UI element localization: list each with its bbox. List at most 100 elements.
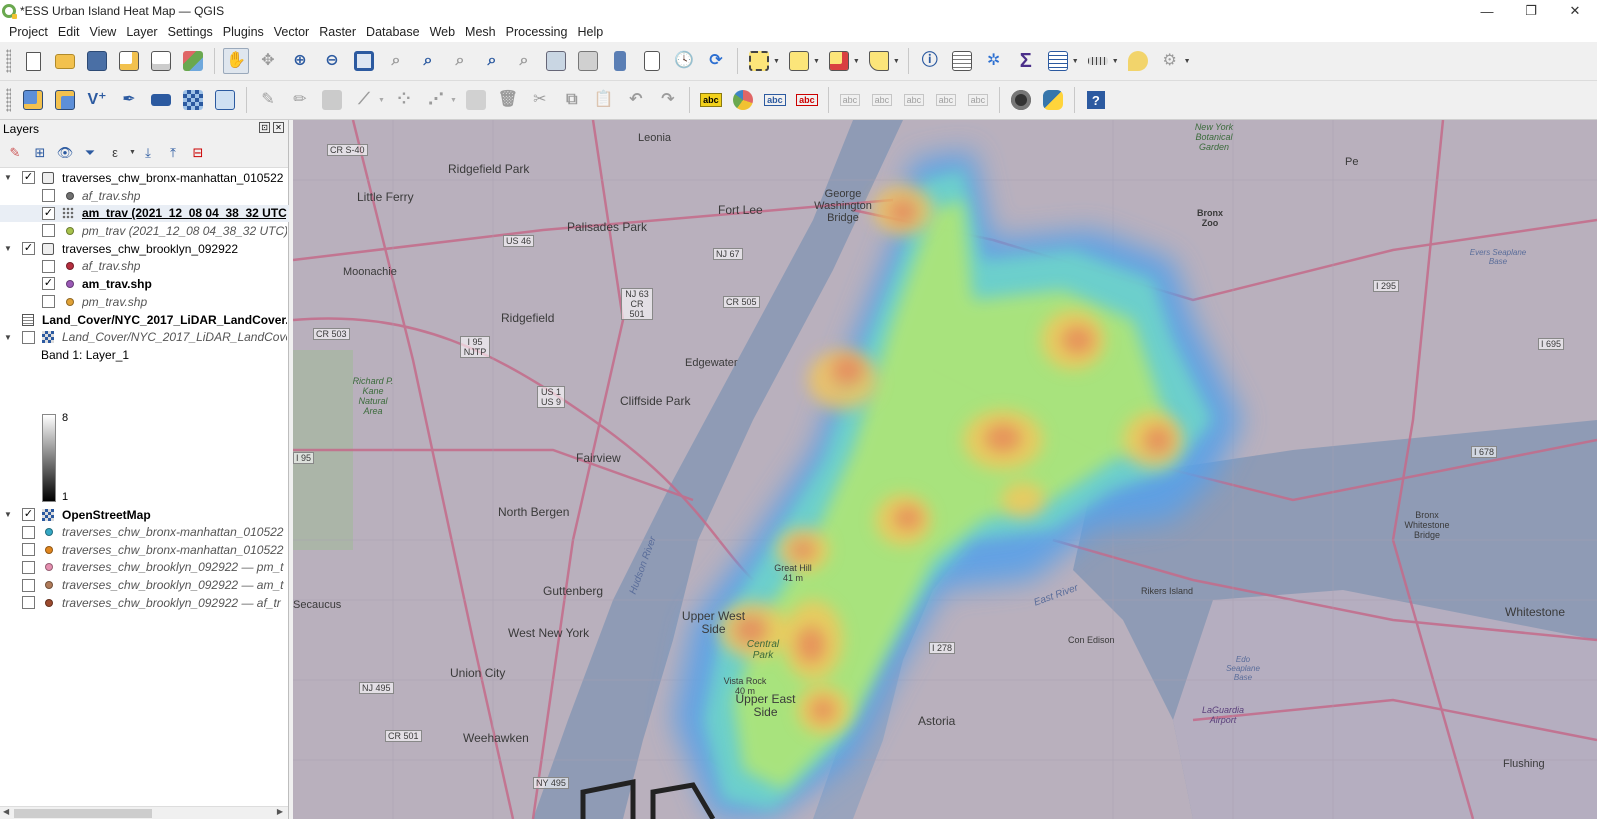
menu-web[interactable]: Web — [425, 25, 460, 39]
help-button[interactable]: ? — [1083, 87, 1109, 113]
menu-settings[interactable]: Settings — [163, 25, 218, 39]
attribute-dropdown[interactable]: ▼ — [1072, 58, 1079, 65]
layer-checkbox[interactable] — [22, 560, 35, 574]
layer-item[interactable]: af_trav.shp — [0, 187, 289, 205]
annotation-dropdown[interactable]: ▼ — [893, 58, 900, 65]
locator-button[interactable]: ⚙ — [1157, 48, 1183, 74]
layer-checkbox[interactable]: ✓ — [22, 171, 35, 185]
raster-layer-item[interactable]: Land_Cover/NYC_2017_LiDAR_LandCover.img — [0, 311, 289, 329]
digitize-shape-button[interactable]: ⟋ — [351, 87, 377, 113]
collapse-all-icon[interactable]: ⤒ — [164, 144, 182, 162]
layer-item[interactable]: pm_trav (2021_12_08 04_38_32 UTC).s — [0, 222, 289, 240]
statistics-button[interactable]: Σ — [1013, 48, 1039, 74]
zoom-next-button[interactable]: ⌕ — [511, 48, 537, 74]
layer-checkbox[interactable] — [22, 578, 35, 592]
minimize-button[interactable]: — — [1465, 0, 1509, 22]
measure-button[interactable] — [1085, 48, 1111, 74]
menu-edit[interactable]: Edit — [53, 25, 85, 39]
select-by-value-button[interactable] — [786, 48, 812, 74]
style-manager-button[interactable] — [180, 48, 206, 74]
menu-raster[interactable]: Raster — [314, 25, 361, 39]
zoom-selection-button[interactable]: ⌕ — [383, 48, 409, 74]
scroll-right-icon[interactable]: ▶ — [277, 807, 283, 816]
collapse-arrow-icon[interactable]: ▼ — [3, 510, 13, 519]
filter-dropdown[interactable]: ▼ — [129, 149, 136, 156]
map-tips-button[interactable] — [1125, 48, 1151, 74]
hide-labels-button[interactable]: abc — [869, 87, 895, 113]
layer-checkbox[interactable] — [42, 189, 55, 203]
close-button[interactable]: ✕ — [1553, 0, 1597, 22]
filter-expression-icon[interactable]: ε — [106, 144, 124, 162]
digitize-button[interactable]: ✒ — [116, 87, 142, 113]
select-dropdown[interactable]: ▼ — [773, 58, 780, 65]
layer-checkbox[interactable] — [42, 224, 55, 238]
rotate-labels-button[interactable]: abc — [933, 87, 959, 113]
layer-checkbox[interactable]: ✓ — [42, 277, 55, 291]
remove-layer-icon[interactable]: ⊟ — [189, 144, 207, 162]
layer-checkbox[interactable]: ✓ — [22, 508, 35, 522]
raster-band-layer[interactable]: ▼ Land_Cover/NYC_2017_LiDAR_LandCover — [0, 329, 289, 347]
show-labels-button[interactable]: abc — [837, 87, 863, 113]
toggle-editing-button[interactable]: ✏ — [287, 87, 313, 113]
pan-tool-button[interactable]: ✋ — [223, 48, 249, 74]
layer-item[interactable]: traverses_chw_bronx-manhattan_010522 — [0, 541, 289, 559]
menu-layer[interactable]: Layer — [121, 25, 162, 39]
collapse-arrow-icon[interactable]: ▼ — [3, 173, 13, 182]
select-features-button[interactable] — [746, 48, 772, 74]
new-virtual-layer-button[interactable] — [148, 87, 174, 113]
refresh-button[interactable]: ⟳ — [703, 48, 729, 74]
menu-help[interactable]: Help — [572, 25, 608, 39]
layer-item[interactable]: pm_trav.shp — [0, 293, 289, 311]
layer-item[interactable]: traverses_chw_brooklyn_092922 — am_t — [0, 577, 289, 595]
scrollbar-thumb[interactable] — [14, 809, 152, 818]
save-project-button[interactable] — [84, 48, 110, 74]
layer-item-selected[interactable]: ✓ am_trav (2021_12_08 04_38_32 UTC).s — [0, 204, 289, 223]
python-console-button[interactable] — [1040, 87, 1066, 113]
layer-item[interactable]: traverses_chw_brooklyn_092922 — af_tr — [0, 594, 289, 612]
menu-processing[interactable]: Processing — [501, 25, 573, 39]
copy-button[interactable]: ⧉ — [559, 87, 585, 113]
data-source-manager-button[interactable] — [20, 87, 46, 113]
layer-checkbox[interactable] — [22, 596, 35, 610]
horizontal-scrollbar[interactable]: ◀ ▶ — [0, 806, 288, 819]
layer-checkbox[interactable] — [42, 259, 55, 273]
collapse-arrow-icon[interactable]: ▼ — [3, 333, 13, 342]
new-geopackage-button[interactable] — [52, 87, 78, 113]
layer-checkbox[interactable] — [22, 543, 35, 557]
layer-checkbox[interactable]: ✓ — [42, 206, 55, 220]
deselect-button[interactable] — [826, 48, 852, 74]
undo-button[interactable]: ↶ — [623, 87, 649, 113]
highlight-labels-button[interactable]: abc — [762, 87, 788, 113]
vertex-tool-button[interactable]: ⁘ — [391, 87, 417, 113]
open-project-button[interactable] — [52, 48, 78, 74]
processing-toolbox-button[interactable] — [1008, 87, 1034, 113]
change-labels-button[interactable]: abc — [965, 87, 991, 113]
print-layout-button[interactable] — [148, 48, 174, 74]
locator-dropdown[interactable]: ▼ — [1184, 58, 1191, 65]
zoom-native-button[interactable]: ⌕ — [447, 48, 473, 74]
basemap-layer[interactable]: ▼ ✓ OpenStreetMap — [0, 506, 289, 524]
deselect-dropdown[interactable]: ▼ — [853, 58, 860, 65]
temporal-controller-button[interactable]: 🕓 — [671, 48, 697, 74]
menu-vector[interactable]: Vector — [269, 25, 314, 39]
multi-edit-button[interactable] — [463, 87, 489, 113]
pin-labels-button[interactable]: abc — [794, 87, 820, 113]
layer-item[interactable]: traverses_chw_brooklyn_092922 — pm_t — [0, 559, 289, 577]
collapse-arrow-icon[interactable]: ▼ — [3, 244, 13, 253]
identify-button[interactable]: ⓘ — [917, 48, 943, 74]
expand-all-icon[interactable]: ⤓ — [139, 144, 157, 162]
measure-dropdown[interactable]: ▼ — [1112, 58, 1119, 65]
map-canvas[interactable]: Leonia Ridgefield Park Little Ferry Fort… — [293, 120, 1597, 819]
digitize-dropdown[interactable]: ▼ — [378, 97, 385, 104]
layer-checkbox[interactable]: ✓ — [22, 242, 35, 256]
delete-selected-button[interactable]: 🗑 — [495, 87, 521, 113]
new-raster-button[interactable] — [180, 87, 206, 113]
menu-project[interactable]: Project — [4, 25, 53, 39]
menu-database[interactable]: Database — [361, 25, 425, 39]
save-as-button[interactable] — [116, 48, 142, 74]
layer-group-brooklyn[interactable]: ▼ ✓ traverses_chw_brooklyn_092922 — [0, 240, 289, 258]
settings-button[interactable]: ✲ — [981, 48, 1007, 74]
layer-item[interactable]: af_trav.shp — [0, 258, 289, 276]
add-group-icon[interactable]: ⊞ — [31, 144, 49, 162]
zoom-layer-button[interactable]: ⌕ — [415, 48, 441, 74]
